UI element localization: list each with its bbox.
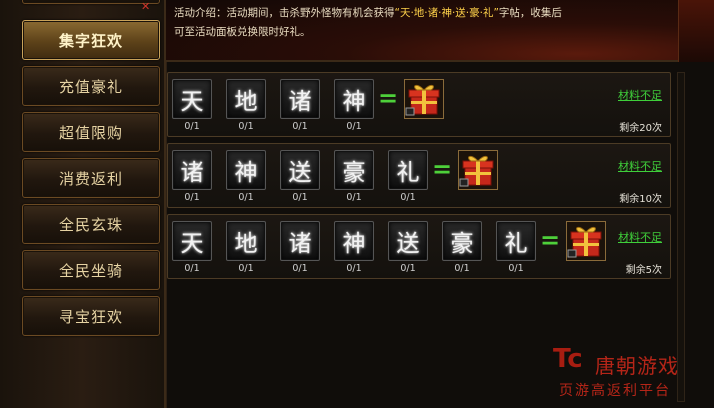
char-tile: 送	[388, 221, 428, 261]
gift-box-icon[interactable]	[458, 150, 498, 190]
char-slot: 天 0/1	[172, 221, 212, 274]
char-tile: 诸	[172, 150, 212, 190]
sidebar-item-label: 寻宝狂欢	[58, 307, 123, 326]
sidebar-item-spending-rebate[interactable]: 消费返利	[22, 158, 160, 198]
char-slot: 礼 0/1	[496, 221, 536, 274]
char-tile: 诸	[280, 79, 320, 119]
sidebar-item-pearl[interactable]: 全民玄珠	[22, 204, 160, 244]
char-tile: 天	[172, 221, 212, 261]
watermark-subtitle: 页游高返利平台	[559, 383, 671, 399]
sidebar-item-treasure-hunt[interactable]: 寻宝狂欢	[22, 296, 160, 336]
exchange-status-link[interactable]: 材料不足	[618, 87, 662, 103]
exchange-status-link[interactable]: 材料不足	[618, 229, 662, 245]
activity-banner: 活动介绍：活动期间，击杀野外怪物有机会获得“天·地·诸·神·送·豪·礼”字帖，收…	[166, 0, 714, 62]
char-tile: 天	[172, 79, 212, 119]
activity-description: 活动介绍：活动期间，击杀野外怪物有机会获得“天·地·诸·神·送·豪·礼”字帖，收…	[174, 4, 706, 42]
char-count: 0/1	[400, 192, 416, 203]
sidebar-item-previous[interactable]	[22, 0, 160, 4]
char-tile: 诸	[280, 221, 320, 261]
equals-sign: =	[540, 226, 561, 254]
char-slot: 神 0/1	[334, 79, 374, 132]
char-slot: 豪 0/1	[442, 221, 482, 274]
char-slot: 诸 0/1	[172, 150, 212, 203]
char-slot: 诸 0/1	[280, 79, 320, 132]
close-icon[interactable]: ✕	[141, 0, 150, 13]
sidebar-item-label: 全民玄珠	[58, 215, 123, 234]
char-count: 0/1	[184, 263, 200, 274]
char-tile: 神	[226, 150, 266, 190]
char-count: 0/1	[346, 263, 362, 274]
char-count: 0/1	[508, 263, 524, 274]
sidebar-item-limited-purchase[interactable]: 超值限购	[22, 112, 160, 152]
char-count: 0/1	[346, 192, 362, 203]
remaining-count: 剩余10次	[619, 194, 662, 205]
gift-box-icon[interactable]	[404, 79, 444, 119]
char-count: 0/1	[292, 263, 308, 274]
char-slot: 天 0/1	[172, 79, 212, 132]
char-tile: 地	[226, 79, 266, 119]
char-count: 0/1	[346, 121, 362, 132]
char-count: 0/1	[238, 121, 254, 132]
char-tile: 神	[334, 79, 374, 119]
sidebar-item-label: 充值豪礼	[58, 77, 123, 96]
char-count: 0/1	[400, 263, 416, 274]
description-line2: 可至活动面板兑换限时好礼。	[174, 26, 311, 38]
char-slot: 神 0/1	[226, 150, 266, 203]
description-suffix: 字帖，收集后	[498, 7, 562, 19]
char-slot: 神 0/1	[334, 221, 374, 274]
watermark-name: 唐朝游戏	[595, 354, 679, 378]
char-tile: 豪	[442, 221, 482, 261]
char-count: 0/1	[292, 192, 308, 203]
sidebar-item-label: 消费返利	[58, 169, 123, 188]
description-prefix: 活动介绍：活动期间，击杀野外怪物有机会获得	[174, 7, 395, 19]
char-slot: 送 0/1	[388, 221, 428, 274]
char-slot: 送 0/1	[280, 150, 320, 203]
char-tile: 礼	[496, 221, 536, 261]
equals-sign: =	[378, 84, 399, 112]
char-slot: 礼 0/1	[388, 150, 428, 203]
char-count: 0/1	[454, 263, 470, 274]
char-tile: 地	[226, 221, 266, 261]
char-count: 0/1	[238, 192, 254, 203]
char-slot: 地 0/1	[226, 221, 266, 274]
exchange-row: 诸 0/1 神 0/1 送 0/1 豪 0/1 礼 0/1 = 材料不足 剩余1…	[167, 143, 671, 208]
gift-box-icon[interactable]	[566, 221, 606, 261]
char-count: 0/1	[238, 263, 254, 274]
exchange-row: 天 0/1 地 0/1 诸 0/1 神 0/1 送 0/1 豪 0/1 礼 0/…	[167, 214, 671, 279]
char-tile: 礼	[388, 150, 428, 190]
char-tile: 豪	[334, 150, 374, 190]
char-count: 0/1	[184, 121, 200, 132]
description-highlight: “天·地·诸·神·送·豪·礼”	[394, 7, 499, 19]
char-slot: 诸 0/1	[280, 221, 320, 274]
equals-sign: =	[432, 155, 453, 183]
sidebar-item-mount[interactable]: 全民坐骑	[22, 250, 160, 290]
exchange-status-link[interactable]: 材料不足	[618, 158, 662, 174]
exchange-row: 天 0/1 地 0/1 诸 0/1 神 0/1 = 材料不足 剩余20次	[167, 72, 671, 137]
sidebar-item-label: 超值限购	[58, 123, 123, 142]
sidebar-item-label: 全民坐骑	[58, 261, 123, 280]
char-tile: 送	[280, 150, 320, 190]
banner-decoration	[678, 0, 714, 62]
sidebar-item-recharge-gifts[interactable]: 充值豪礼	[22, 66, 160, 106]
sidebar-item-collect-characters[interactable]: 集字狂欢	[22, 20, 160, 60]
watermark-logo: Tc	[553, 344, 583, 374]
char-count: 0/1	[184, 192, 200, 203]
char-slot: 豪 0/1	[334, 150, 374, 203]
sidebar: ✕ 集字狂欢 充值豪礼 超值限购 消费返利 全民玄珠 全民坐骑 寻宝狂欢	[0, 0, 166, 408]
char-tile: 神	[334, 221, 374, 261]
remaining-count: 剩余20次	[619, 123, 662, 134]
char-count: 0/1	[292, 121, 308, 132]
site-watermark: Tc 唐朝游戏 页游高返利平台	[553, 344, 714, 408]
sidebar-item-label: 集字狂欢	[58, 31, 123, 50]
char-slot: 地 0/1	[226, 79, 266, 132]
remaining-count: 剩余5次	[625, 265, 662, 276]
